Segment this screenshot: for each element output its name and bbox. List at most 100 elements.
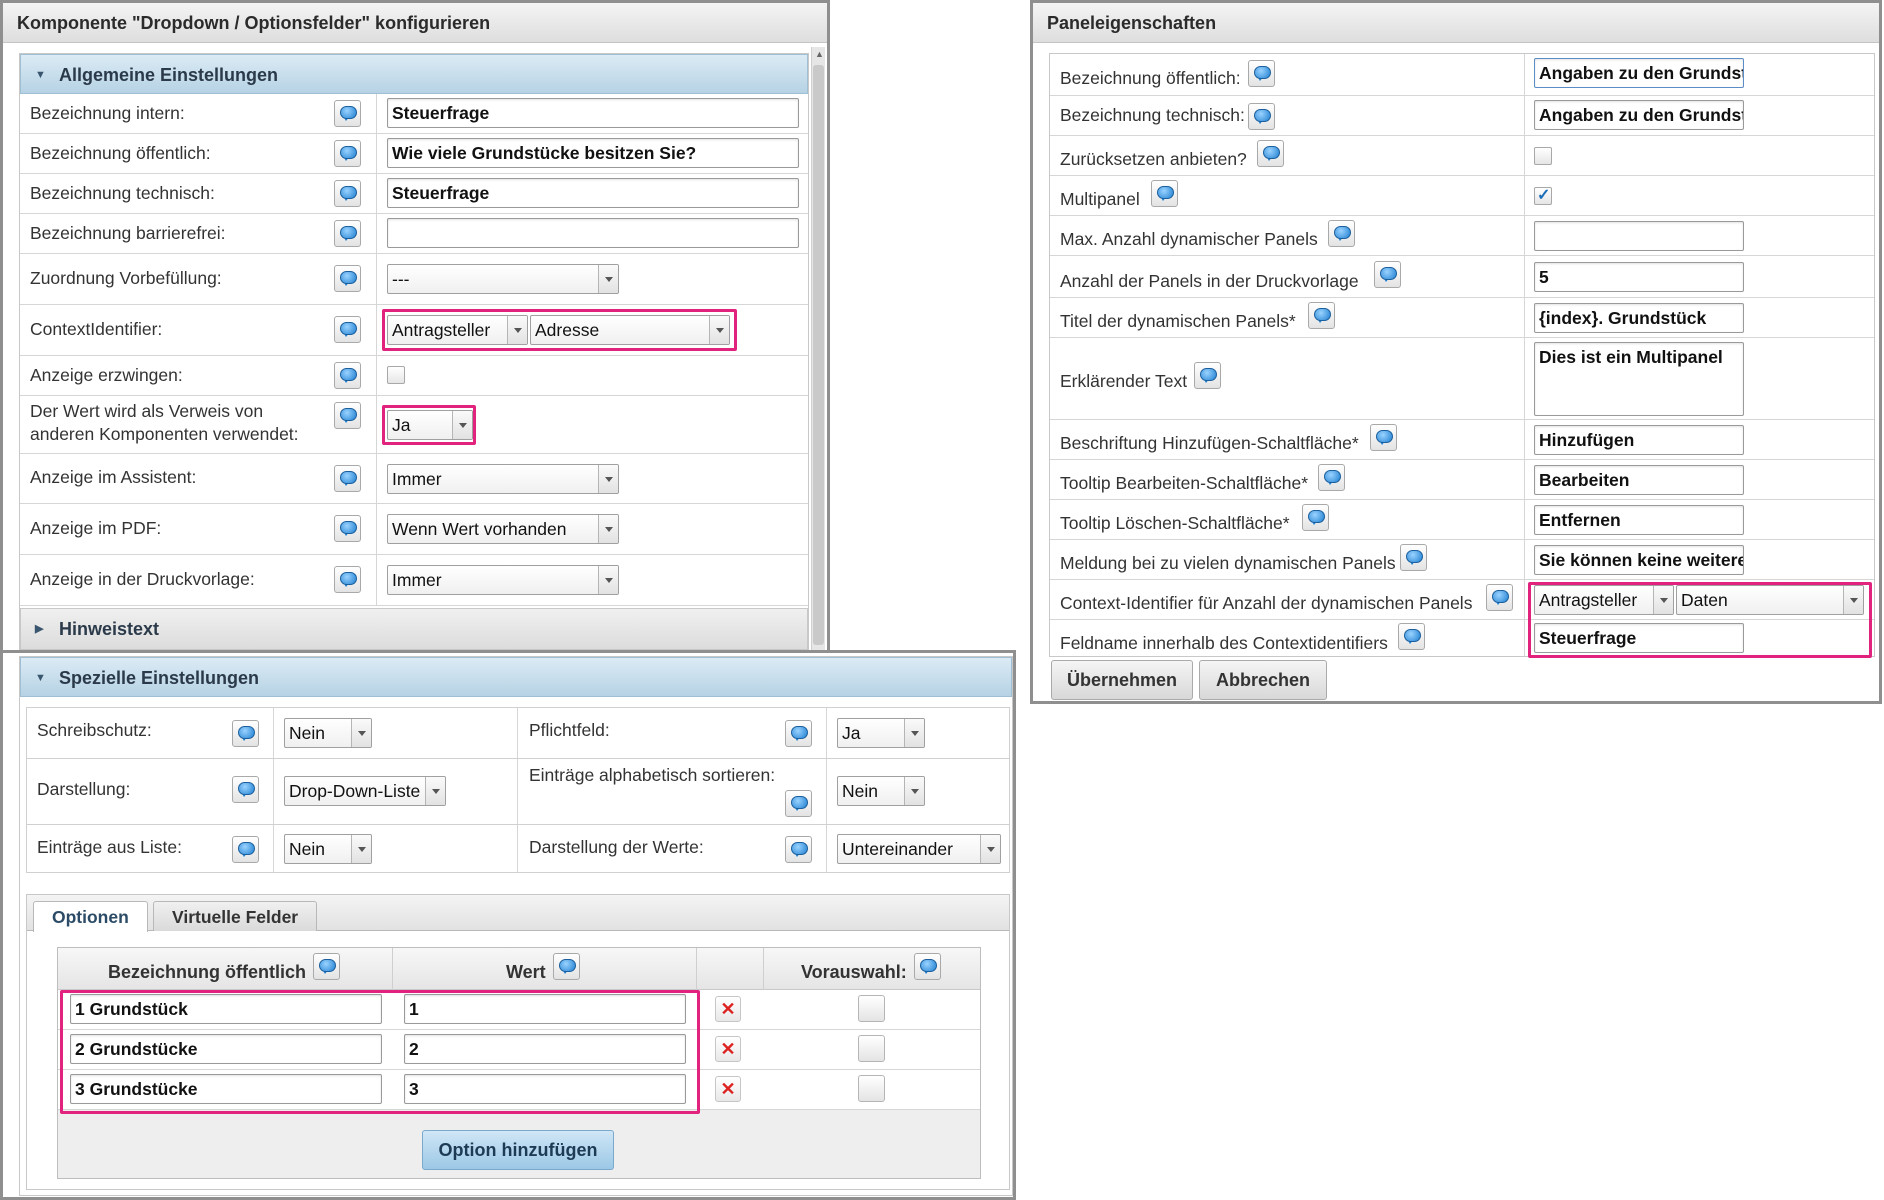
eintraege-liste-select[interactable]: Nein: [284, 834, 372, 864]
row-max-anzahl: Max. Anzahl dynamischer Panels: [1050, 216, 1874, 256]
multipanel-checkbox[interactable]: [1534, 185, 1552, 205]
bezeichnung-oeffentlich-input[interactable]: Wie viele Grundstücke besitzen Sie?: [387, 138, 799, 168]
help-icon[interactable]: [232, 720, 259, 747]
help-icon[interactable]: [232, 836, 259, 863]
anzeige-druckvorlage-select[interactable]: Immer: [387, 565, 619, 595]
help-icon[interactable]: [1370, 424, 1397, 451]
select-value: Ja: [842, 723, 861, 743]
vorauswahl-checkbox[interactable]: [858, 1075, 885, 1102]
row-label: Anzeige in der Druckvorlage:: [30, 569, 255, 589]
help-icon[interactable]: [1194, 362, 1221, 389]
help-icon[interactable]: [1374, 261, 1401, 288]
select-value: Nein: [289, 839, 325, 859]
anzeige-erzwingen-checkbox[interactable]: [387, 366, 405, 384]
special-settings-grid: Schreibschutz: Nein Pflichtfeld: Ja Dars…: [26, 707, 1010, 873]
help-icon[interactable]: [1257, 140, 1284, 167]
dropdown-arrow-icon[interactable]: [904, 719, 924, 747]
help-icon[interactable]: [334, 220, 361, 247]
help-icon[interactable]: [334, 362, 361, 389]
help-icon[interactable]: [334, 402, 361, 429]
anzeige-pdf-select[interactable]: Wenn Wert vorhanden: [387, 514, 619, 544]
help-icon[interactable]: [1486, 584, 1513, 611]
alphabetisch-select[interactable]: Nein: [837, 776, 925, 806]
help-icon[interactable]: [1248, 60, 1275, 87]
dropdown-arrow-icon[interactable]: [598, 566, 618, 594]
titel-dynamisch-input[interactable]: {index}. Grundstück: [1534, 303, 1744, 333]
tooltip-bearbeiten-input[interactable]: Bearbeiten: [1534, 465, 1744, 495]
help-icon[interactable]: [334, 465, 361, 492]
help-icon[interactable]: [313, 953, 340, 980]
vorauswahl-checkbox[interactable]: [858, 1035, 885, 1062]
cancel-button[interactable]: Abbrechen: [1199, 660, 1327, 700]
help-icon[interactable]: [334, 316, 361, 343]
help-icon[interactable]: [334, 566, 361, 593]
section-hint-header[interactable]: ▶ Hinweistext: [20, 608, 808, 650]
row-label: Feldname innerhalb des Contextidentifier…: [1060, 633, 1388, 653]
anzahl-druckvorlage-input[interactable]: 5: [1534, 262, 1744, 292]
zuruecksetzen-checkbox[interactable]: [1534, 147, 1552, 165]
darstellung-werte-select[interactable]: Untereinander: [837, 834, 1001, 864]
section-special-header[interactable]: ▼ Spezielle Einstellungen: [20, 657, 1012, 697]
help-icon[interactable]: [785, 790, 812, 817]
darstellung-select[interactable]: Drop-Down-Liste: [284, 776, 446, 806]
help-icon[interactable]: [1398, 623, 1425, 650]
help-icon[interactable]: [1308, 302, 1335, 329]
scroll-thumb[interactable]: [813, 65, 824, 645]
scroll-up-icon[interactable]: ▲: [815, 49, 824, 59]
scrollbar[interactable]: ▲: [811, 47, 825, 653]
help-icon[interactable]: [232, 776, 259, 803]
bezeichnung-technisch-input[interactable]: Angaben zu den Grundstücken: [1534, 100, 1744, 130]
vorauswahl-checkbox[interactable]: [858, 995, 885, 1022]
help-icon[interactable]: [1302, 504, 1329, 531]
beschriftung-hinzufuegen-input[interactable]: Hinzufügen: [1534, 425, 1744, 455]
tab-virtuelle-felder[interactable]: Virtuelle Felder: [153, 901, 318, 931]
help-icon[interactable]: [334, 515, 361, 542]
tab-optionen[interactable]: Optionen: [33, 901, 148, 932]
apply-button[interactable]: Übernehmen: [1051, 660, 1193, 700]
tooltip-loeschen-input[interactable]: Entfernen: [1534, 505, 1744, 535]
schreibschutz-select[interactable]: Nein: [284, 718, 372, 748]
help-icon[interactable]: [1328, 220, 1355, 247]
help-icon[interactable]: [1248, 103, 1275, 130]
help-icon[interactable]: [785, 836, 812, 863]
options-table: Bezeichnung öffentlich Wert Vorauswahl: …: [57, 947, 981, 1179]
dropdown-arrow-icon[interactable]: [598, 465, 618, 493]
anzeige-assistent-select[interactable]: Immer: [387, 464, 619, 494]
help-icon[interactable]: [1151, 180, 1178, 207]
dropdown-arrow-icon[interactable]: [904, 777, 924, 805]
dropdown-arrow-icon[interactable]: [598, 265, 618, 293]
help-icon[interactable]: [785, 720, 812, 747]
window-title: Paneleigenschaften: [1033, 3, 1879, 43]
delete-icon[interactable]: ✕: [715, 1036, 741, 1062]
help-icon[interactable]: [334, 180, 361, 207]
erklaerender-text-area[interactable]: Dies ist ein Multipanel: [1534, 342, 1744, 416]
section-general-header[interactable]: ▼ Allgemeine Einstellungen: [20, 54, 808, 94]
bezeichnung-intern-input[interactable]: Steuerfrage: [387, 98, 799, 128]
help-icon[interactable]: [914, 953, 941, 980]
max-anzahl-input[interactable]: [1534, 221, 1744, 251]
dropdown-arrow-icon[interactable]: [351, 835, 371, 863]
bezeichnung-oeffentlich-input[interactable]: Angaben zu den Grundstücken: [1534, 58, 1744, 88]
expand-icon: ▶: [35, 623, 44, 635]
divider: [27, 758, 1009, 759]
dropdown-arrow-icon[interactable]: [980, 835, 1000, 863]
add-option-button[interactable]: Option hinzufügen: [422, 1130, 614, 1170]
help-icon[interactable]: [334, 100, 361, 127]
help-icon[interactable]: [334, 140, 361, 167]
dropdown-arrow-icon[interactable]: [598, 515, 618, 543]
delete-icon[interactable]: ✕: [715, 1076, 741, 1102]
row-titel-dynamisch: Titel der dynamischen Panels* {index}. G…: [1050, 298, 1874, 338]
zuordnung-select[interactable]: ---: [387, 264, 619, 294]
pflichtfeld-select[interactable]: Ja: [837, 718, 925, 748]
help-icon[interactable]: [1400, 544, 1427, 571]
delete-icon[interactable]: ✕: [715, 996, 741, 1022]
meldung-input[interactable]: Sie können keine weiteren: [1534, 545, 1744, 575]
dropdown-arrow-icon[interactable]: [351, 719, 371, 747]
bezeichnung-technisch-input[interactable]: Steuerfrage: [387, 178, 799, 208]
help-icon[interactable]: [334, 265, 361, 292]
dropdown-arrow-icon[interactable]: [425, 777, 445, 805]
help-icon[interactable]: [1318, 464, 1345, 491]
help-icon[interactable]: [553, 953, 580, 980]
bezeichnung-barrierefrei-input[interactable]: [387, 218, 799, 248]
options-tab-container: Optionen Virtuelle Felder Bezeichnung öf…: [26, 894, 1010, 1190]
